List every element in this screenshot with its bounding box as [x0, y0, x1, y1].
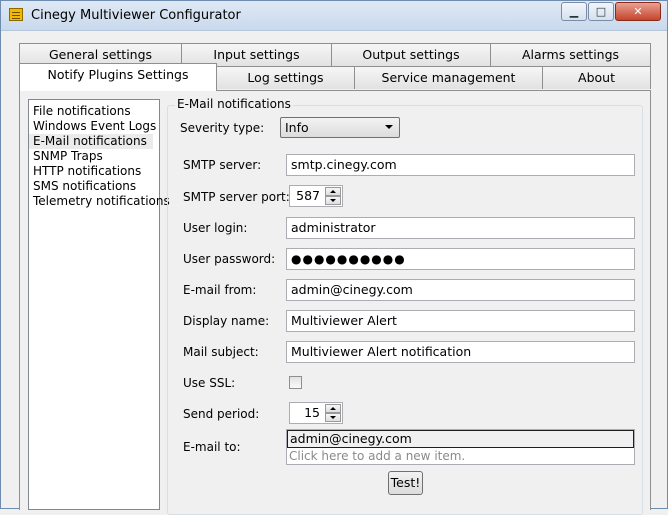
spin-up-icon[interactable] — [325, 404, 341, 413]
use-ssl-checkbox[interactable] — [289, 376, 302, 389]
minimize-button[interactable]: ▁ — [561, 2, 587, 21]
close-button[interactable]: ✕ — [615, 2, 661, 21]
email-group-title: E-Mail notifications — [175, 97, 293, 111]
test-button[interactable]: Test! — [388, 471, 423, 495]
display-name-input[interactable]: Multiviewer Alert — [286, 310, 635, 332]
send-period-value: 15 — [304, 405, 320, 420]
tab-service-management[interactable]: Service management — [354, 66, 543, 89]
spin-up-icon[interactable] — [325, 187, 341, 196]
smtp-server-label: SMTP server: — [183, 158, 262, 172]
severity-value: Info — [285, 120, 309, 135]
tab-about[interactable]: About — [542, 66, 651, 89]
plugin-item-snmp[interactable]: SNMP Traps — [29, 149, 159, 164]
user-login-input[interactable]: administrator — [286, 217, 635, 239]
plugin-item-http[interactable]: HTTP notifications — [29, 164, 159, 179]
smtp-port-stepper[interactable]: 587 — [289, 185, 343, 207]
email-to-list[interactable]: admin@cinegy.com Click here to add a new… — [286, 429, 635, 465]
app-icon — [9, 8, 23, 21]
send-period-label: Send period: — [183, 407, 260, 421]
display-name-label: Display name: — [183, 314, 270, 328]
mail-subject-input[interactable]: Multiviewer Alert notification — [286, 341, 635, 363]
user-password-label: User password: — [183, 252, 276, 266]
email-from-label: E-mail from: — [183, 283, 257, 297]
maximize-button[interactable]: □ — [588, 2, 614, 21]
plugin-item-telemetry[interactable]: Telemetry notifications — [29, 194, 170, 209]
use-ssl-label: Use SSL: — [183, 376, 236, 390]
tab-output-settings[interactable]: Output settings — [331, 43, 491, 66]
plugin-item-sms[interactable]: SMS notifications — [29, 179, 159, 194]
tab-log-settings[interactable]: Log settings — [216, 66, 355, 89]
chevron-down-icon — [385, 125, 393, 129]
spin-down-icon[interactable] — [325, 413, 341, 422]
smtp-port-label: SMTP server port: — [183, 190, 290, 204]
tab-alarms-settings[interactable]: Alarms settings — [490, 43, 651, 66]
user-login-label: User login: — [183, 221, 248, 235]
severity-label: Severity type: — [180, 121, 265, 135]
spin-down-icon[interactable] — [325, 196, 341, 205]
user-password-input[interactable]: ●●●●●●●●●● — [286, 248, 635, 270]
email-to-label: E-mail to: — [183, 440, 241, 454]
plugin-item-file[interactable]: File notifications — [29, 104, 159, 119]
email-to-item[interactable]: admin@cinegy.com — [287, 430, 634, 448]
plugin-item-windows-event-logs[interactable]: Windows Event Logs — [29, 119, 159, 134]
tab-notify-plugins-settings[interactable]: Notify Plugins Settings — [19, 63, 217, 91]
smtp-port-value: 587 — [296, 188, 320, 203]
plugin-list[interactable]: File notifications Windows Event Logs E-… — [28, 99, 170, 510]
smtp-server-input[interactable]: smtp.cinegy.com — [286, 154, 635, 176]
email-from-input[interactable]: admin@cinegy.com — [286, 279, 635, 301]
window-title: Cinegy Multiviewer Configurator — [31, 8, 241, 23]
title-bar: Cinegy Multiviewer Configurator ▁ □ ✕ — [1, 1, 667, 31]
mail-subject-label: Mail subject: — [183, 345, 259, 359]
email-to-add-item[interactable]: Click here to add a new item. — [287, 449, 634, 465]
severity-select[interactable]: Info — [280, 117, 400, 138]
send-period-stepper[interactable]: 15 — [289, 402, 343, 424]
plugin-item-email[interactable]: E-Mail notifications — [29, 134, 153, 149]
main-window: Cinegy Multiviewer Configurator ▁ □ ✕ Ge… — [0, 0, 668, 515]
